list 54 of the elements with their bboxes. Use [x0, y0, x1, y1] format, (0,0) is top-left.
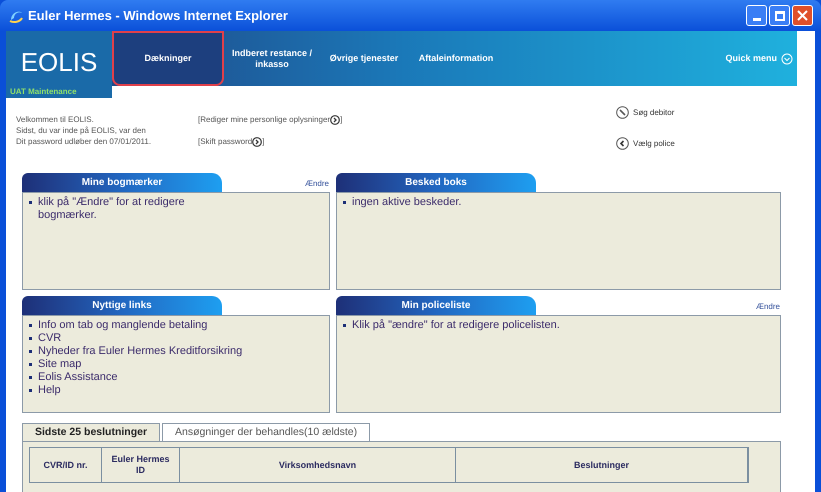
close-button[interactable] [792, 5, 813, 26]
bullet-icon [29, 350, 32, 353]
bracket-text: ] [340, 114, 342, 125]
nav-tab[interactable]: Dækninger [112, 31, 224, 86]
link-text[interactable]: Help [38, 384, 298, 397]
nav-tab[interactable]: Indberet restance / inkasso [224, 31, 320, 86]
link-text[interactable]: Eolis Assistance [38, 371, 298, 384]
nav-tab[interactable]: Aftaleinformation [408, 31, 504, 86]
column-header: CVR/ID nr. [30, 448, 102, 482]
bracket-text: ] [262, 136, 264, 147]
bullet-icon [29, 376, 32, 379]
logo[interactable]: EOLIS [6, 31, 112, 86]
welcome-text: Velkommen til EOLIS. [16, 114, 95, 125]
environment-label: UAT Maintenance [6, 86, 112, 98]
profile-link[interactable]: [Rediger mine personlige oplysninger [198, 114, 330, 125]
panel-title: Besked boks [336, 173, 536, 192]
list-text: Klik på "ændre" for at redigere policelisten. [352, 319, 561, 332]
bullet-icon [29, 389, 32, 392]
chevron-down-icon [781, 52, 793, 64]
column-header: Euler Hermes ID [102, 448, 180, 482]
tab[interactable]: Sidste 25 beslutninger [22, 423, 160, 441]
minimize-button[interactable] [746, 5, 767, 26]
arrow-circle-icon [252, 136, 262, 146]
bullet-icon [29, 201, 32, 204]
side-link[interactable]: Søg debitor [633, 106, 674, 118]
side-link[interactable]: Vælg police [633, 138, 675, 150]
tab[interactable]: Ansøgninger der behandles(10 ældste) [162, 423, 370, 441]
panel-title: Nyttige links [22, 296, 222, 315]
bullet-icon [343, 324, 346, 327]
panel-title: Mine bogmærker [22, 173, 222, 192]
link-text[interactable]: CVR [38, 332, 298, 345]
nav-tab[interactable]: Øvrige tjenester [320, 31, 408, 86]
welcome-text: Sidst, du var inde på EOLIS, var den [16, 125, 147, 136]
maximize-button[interactable] [769, 5, 790, 26]
welcome-text: Dit password udløber den 07/01/2011. [16, 136, 152, 147]
bullet-icon [29, 363, 32, 366]
list-text: klik på "Ændre" for at redigere bogmærker. [38, 196, 186, 222]
window-title: Euler Hermes - Windows Internet Explorer [28, 6, 288, 25]
column-header: Virksomhedsnavn [180, 448, 456, 482]
link-text[interactable]: Site map [38, 358, 298, 371]
edit-link[interactable]: Ændre [756, 301, 780, 313]
link-text[interactable]: Info om tab og manglende betaling [38, 319, 298, 332]
link-text[interactable]: Nyheder fra Euler Hermes Kreditforsikring [38, 345, 298, 358]
list-text: ingen aktive beskeder. [352, 196, 462, 209]
bullet-icon [29, 337, 32, 340]
panel-title: Min policeliste [336, 296, 536, 315]
bullet-icon [343, 201, 346, 204]
search-icon [616, 106, 629, 119]
column-header: Beslutninger [456, 448, 748, 482]
close-icon [797, 10, 808, 21]
bullet-icon [29, 324, 32, 327]
edit-link[interactable]: Ændre [304, 178, 329, 190]
profile-link[interactable]: [Skift password [198, 136, 252, 147]
arrow-circle-icon [330, 114, 340, 124]
